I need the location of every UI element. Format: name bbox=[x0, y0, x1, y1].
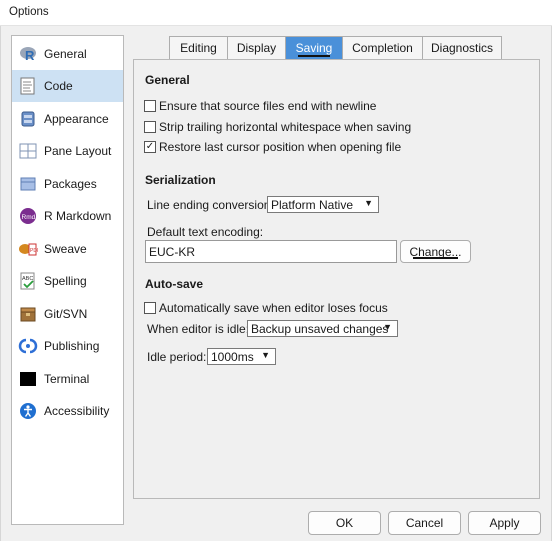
tab-label: Display bbox=[236, 41, 277, 55]
option-strip-whitespace[interactable]: Strip trailing horizontal whitespace whe… bbox=[144, 120, 411, 134]
r-logo-icon: R bbox=[18, 44, 38, 64]
focus-underline bbox=[298, 55, 330, 57]
sidebar-item-label: R Markdown bbox=[44, 209, 112, 223]
options-tabs: Editing Display Saving Completion Diagno… bbox=[169, 36, 502, 60]
publishing-icon bbox=[18, 336, 38, 356]
sidebar-item-publishing[interactable]: Publishing bbox=[12, 330, 123, 362]
saving-panel: General Ensure that source files end wit… bbox=[133, 59, 540, 499]
encoding-value: EUC-KR bbox=[149, 244, 196, 259]
sidebar-item-label: Publishing bbox=[44, 339, 100, 353]
checkbox[interactable] bbox=[144, 302, 156, 314]
encoding-field: EUC-KR bbox=[145, 240, 397, 263]
section-heading-autosave: Auto-save bbox=[145, 277, 204, 291]
window-border bbox=[0, 26, 1, 541]
code-document-icon bbox=[18, 76, 38, 96]
svg-text:R: R bbox=[25, 48, 35, 63]
options-sidebar: R General Code Appearance Pane Layout Pa… bbox=[11, 35, 124, 525]
sidebar-item-label: General bbox=[44, 47, 87, 61]
dropdown-arrow-icon: ▼ bbox=[261, 350, 270, 360]
sidebar-item-appearance[interactable]: Appearance bbox=[12, 103, 123, 135]
sidebar-item-label: Packages bbox=[44, 177, 97, 191]
title-bar: Options bbox=[0, 0, 552, 26]
option-label: Restore last cursor position when openin… bbox=[159, 140, 402, 154]
change-encoding-button[interactable]: Change... bbox=[400, 240, 471, 263]
paint-bucket-icon bbox=[18, 109, 38, 129]
accessibility-icon bbox=[18, 401, 38, 421]
line-ending-select[interactable]: Platform Native ▼ bbox=[267, 196, 379, 213]
sidebar-item-accessibility[interactable]: Accessibility bbox=[12, 395, 123, 427]
checkbox-checked[interactable]: ✓ bbox=[144, 141, 156, 153]
apply-button[interactable]: Apply bbox=[468, 511, 541, 535]
encoding-label: Default text encoding: bbox=[147, 225, 264, 239]
idle-action-select[interactable]: Backup unsaved changes ▼ bbox=[247, 320, 398, 337]
sidebar-item-git-svn[interactable]: Git/SVN bbox=[12, 298, 123, 330]
line-ending-label: Line ending conversion: bbox=[147, 198, 274, 212]
pane-layout-icon bbox=[18, 141, 38, 161]
sidebar-item-label: Terminal bbox=[44, 372, 90, 386]
checkbox[interactable] bbox=[144, 100, 156, 112]
sidebar-item-spelling[interactable]: ABC Spelling bbox=[12, 265, 123, 297]
tab-completion[interactable]: Completion bbox=[342, 36, 422, 60]
tab-label: Saving bbox=[295, 41, 333, 55]
idle-label: When editor is idle: bbox=[147, 322, 250, 336]
tab-label: Completion bbox=[352, 41, 413, 55]
sidebar-item-label: Pane Layout bbox=[44, 144, 112, 158]
select-value: Platform Native bbox=[271, 197, 354, 212]
idle-period-select[interactable]: 1000ms ▼ bbox=[207, 348, 276, 365]
dropdown-arrow-icon: ▼ bbox=[383, 322, 392, 332]
option-label: Ensure that source files end with newlin… bbox=[159, 99, 377, 113]
sidebar-item-label: Spelling bbox=[44, 274, 87, 288]
sidebar-item-label: Accessibility bbox=[44, 404, 110, 418]
sidebar-item-packages[interactable]: Packages bbox=[12, 168, 123, 200]
button-label: Cancel bbox=[405, 516, 444, 530]
dropdown-arrow-icon: ▼ bbox=[364, 198, 373, 208]
tab-editing[interactable]: Editing bbox=[169, 36, 227, 60]
spelling-icon: ABC bbox=[18, 271, 38, 291]
sidebar-item-terminal[interactable]: Terminal bbox=[12, 363, 123, 395]
option-label: Strip trailing horizontal whitespace whe… bbox=[159, 120, 412, 134]
button-label: Apply bbox=[489, 516, 520, 530]
section-heading-serialization: Serialization bbox=[145, 173, 216, 187]
packages-icon bbox=[18, 174, 38, 194]
git-svn-icon bbox=[18, 304, 38, 324]
tab-label: Diagnostics bbox=[430, 41, 494, 55]
rmarkdown-icon: Rmd bbox=[18, 206, 38, 226]
select-value: 1000ms bbox=[211, 349, 254, 364]
sidebar-item-general[interactable]: R General bbox=[12, 38, 123, 70]
terminal-icon bbox=[18, 369, 38, 389]
sidebar-item-label: Appearance bbox=[44, 112, 109, 126]
option-restore-cursor[interactable]: ✓ Restore last cursor position when open… bbox=[144, 140, 401, 154]
option-ensure-newline[interactable]: Ensure that source files end with newlin… bbox=[144, 99, 376, 113]
option-label: Automatically save when editor loses foc… bbox=[159, 301, 388, 315]
sidebar-item-sweave[interactable]: PDF Sweave bbox=[12, 233, 123, 265]
cancel-button[interactable]: Cancel bbox=[388, 511, 461, 535]
idle-period-label: Idle period: bbox=[147, 350, 207, 364]
sidebar-item-label: Code bbox=[44, 79, 73, 93]
svg-text:Rmd: Rmd bbox=[22, 214, 36, 221]
sidebar-item-code[interactable]: Code bbox=[12, 70, 123, 102]
sweave-icon: PDF bbox=[18, 239, 38, 259]
tab-label: Editing bbox=[180, 41, 217, 55]
sidebar-item-pane-layout[interactable]: Pane Layout bbox=[12, 135, 123, 167]
tab-diagnostics[interactable]: Diagnostics bbox=[422, 36, 502, 60]
svg-text:PDF: PDF bbox=[30, 248, 38, 254]
sidebar-item-label: Sweave bbox=[44, 242, 87, 256]
window-title: Options bbox=[9, 6, 49, 18]
sidebar-item-label: Git/SVN bbox=[44, 307, 88, 321]
select-value: Backup unsaved changes bbox=[251, 321, 389, 336]
sidebar-item-rmarkdown[interactable]: Rmd R Markdown bbox=[12, 200, 123, 232]
option-autosave-focus[interactable]: Automatically save when editor loses foc… bbox=[144, 301, 388, 315]
tab-saving[interactable]: Saving bbox=[285, 36, 342, 60]
checkbox[interactable] bbox=[144, 121, 156, 133]
button-label: OK bbox=[335, 516, 354, 530]
tab-display[interactable]: Display bbox=[227, 36, 285, 60]
focus-underline bbox=[413, 257, 458, 259]
section-heading-general: General bbox=[145, 73, 190, 87]
ok-button[interactable]: OK bbox=[308, 511, 381, 535]
